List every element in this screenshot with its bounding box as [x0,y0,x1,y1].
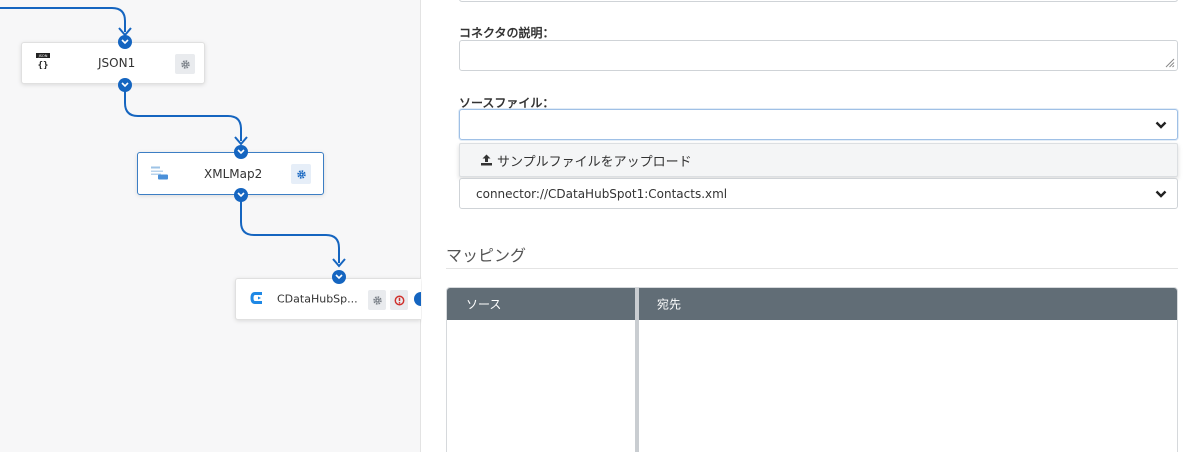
column-header-destination: 宛先 [657,297,682,312]
destination-file-select[interactable]: connector://CDataHubSpot1:Contacts.xml [459,178,1178,209]
flow-canvas[interactable]: JSON {} JSON1 XMLMap2 CDataHubSp... [0,0,421,452]
flow-node-xmlmap2[interactable]: XMLMap2 [137,152,324,195]
node-label: XMLMap2 [204,166,263,181]
connector-description-label: コネクタの説明： [459,26,555,40]
connector-settings-panel: コネクタの説明： ソースファイル： サンプルファイルをアップロード connec… [422,0,1200,452]
destination-file-value: connector://CDataHubSpot1:Contacts.xml [476,186,728,201]
divider [446,268,1178,269]
mapping-section-title: マッピング [446,246,527,265]
mapping-table-header: ソース 宛先 [447,288,1177,320]
chevron-down-icon [121,39,129,45]
previous-field[interactable] [459,0,1178,2]
output-port[interactable] [234,188,248,202]
json-icon: JSON {} [35,53,51,73]
node-settings-button[interactable] [291,164,311,184]
chevron-down-icon [121,82,129,88]
chevron-down-icon [1155,121,1167,129]
node-label: CDataHubSp... [277,292,358,306]
source-file-select[interactable] [459,109,1178,140]
flow-node-json1[interactable]: JSON {} JSON1 [21,42,205,84]
input-port[interactable] [332,270,346,284]
input-port[interactable] [118,35,132,49]
connector-description-field[interactable] [459,40,1178,71]
gear-icon [180,59,190,69]
output-port[interactable] [118,78,132,92]
chevron-down-icon [1155,190,1167,198]
resize-grip-icon[interactable] [1165,58,1175,68]
svg-text:JSON: JSON [38,54,48,58]
gear-icon [296,169,306,179]
flow-node-cdatahubspot[interactable]: CDataHubSp... [235,278,421,320]
upload-icon [481,154,492,166]
cdata-icon [250,290,264,309]
upload-sample-file-option[interactable]: サンプルファイルをアップロード [497,151,692,170]
column-resize-handle[interactable] [635,288,639,452]
output-port[interactable] [414,292,421,306]
node-label: JSON1 [98,56,136,70]
chevron-down-icon [237,192,245,198]
error-icon [394,295,404,305]
xmlmap-icon [151,164,169,183]
svg-text:{}: {} [38,61,49,69]
node-error-status[interactable] [390,290,408,310]
input-port[interactable] [234,145,248,159]
node-settings-button[interactable] [175,54,195,74]
chevron-down-icon [237,149,245,155]
mapping-table: ソース 宛先 [446,287,1178,452]
source-file-dropdown[interactable]: サンプルファイルをアップロード [459,143,1178,177]
chevron-down-icon [335,274,343,280]
node-settings-button[interactable] [368,290,386,310]
gear-icon [372,295,382,305]
column-header-source: ソース [466,297,502,312]
